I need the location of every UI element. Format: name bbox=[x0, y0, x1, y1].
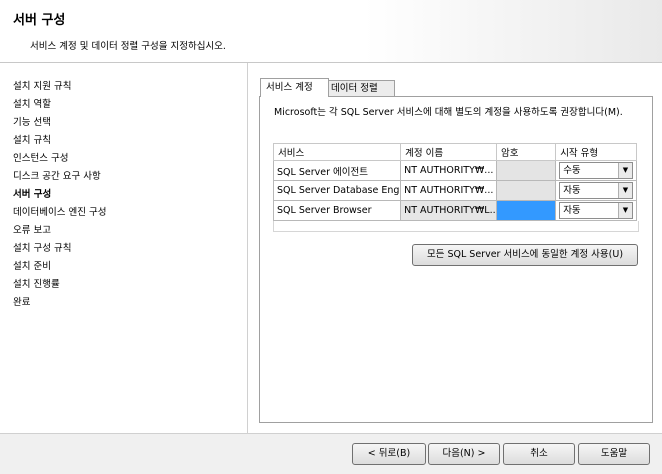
password-cell[interactable] bbox=[495, 200, 557, 221]
step-item-instance-configuration[interactable]: 인스턴스 구성 bbox=[13, 150, 106, 168]
step-item-feature-selection[interactable]: 기능 선택 bbox=[13, 114, 106, 132]
startup-type-dropdown[interactable]: 자동 ▼ bbox=[559, 182, 633, 199]
startup-type-cell: 자동 ▼ bbox=[555, 180, 637, 201]
startup-type-value: 자동 bbox=[563, 185, 581, 196]
footer-divider bbox=[0, 433, 662, 434]
dropdown-arrow-icon[interactable]: ▼ bbox=[618, 203, 632, 218]
column-header-service[interactable]: 서비스 bbox=[272, 143, 402, 161]
table-row: SQL Server Database Eng... NT AUTHORITY₩… bbox=[272, 180, 637, 201]
service-name-cell: SQL Server Browser bbox=[272, 200, 402, 221]
step-item-setup-role[interactable]: 설치 역할 bbox=[13, 96, 106, 114]
instruction-text: Microsoft는 각 SQL Server 서비스에 대해 별도의 계정을 … bbox=[274, 107, 623, 118]
page-description: 서비스 계정 및 데이터 정렬 구성을 지정하십시오. bbox=[30, 41, 226, 52]
table-empty-area bbox=[273, 221, 639, 232]
startup-type-dropdown[interactable]: 수동 ▼ bbox=[559, 162, 633, 179]
startup-type-cell: 수동 ▼ bbox=[555, 160, 637, 181]
page-title: 서버 구성 bbox=[13, 13, 66, 28]
account-name-cell[interactable]: NT AUTHORITY₩... bbox=[400, 160, 497, 181]
step-item-complete[interactable]: 완료 bbox=[13, 294, 106, 312]
step-item-installation-configuration-rules[interactable]: 설치 구성 규칙 bbox=[13, 240, 106, 258]
step-item-ready-to-install[interactable]: 설치 준비 bbox=[13, 258, 106, 276]
step-item-server-configuration[interactable]: 서버 구성 bbox=[13, 186, 106, 204]
page-header: 서버 구성 서비스 계정 및 데이터 정렬 구성을 지정하십시오. bbox=[0, 0, 662, 63]
step-item-installation-progress[interactable]: 설치 진행률 bbox=[13, 276, 106, 294]
column-header-account-name[interactable]: 계정 이름 bbox=[400, 143, 497, 161]
next-button[interactable]: 다음(N) > bbox=[428, 443, 500, 465]
table-header-row: 서비스 계정 이름 암호 시작 유형 bbox=[272, 143, 637, 161]
password-cell[interactable] bbox=[495, 160, 557, 181]
step-item-database-engine-configuration[interactable]: 데이터베이스 엔진 구성 bbox=[13, 204, 106, 222]
column-header-startup-type[interactable]: 시작 유형 bbox=[555, 143, 637, 161]
step-item-disk-space-requirements[interactable]: 디스크 공간 요구 사항 bbox=[13, 168, 106, 186]
table-row: SQL Server Browser NT AUTHORITY₩L... 자동 … bbox=[272, 200, 637, 221]
back-button[interactable]: < 뒤로(B) bbox=[352, 443, 426, 465]
tab-service-accounts[interactable]: 서비스 계정 bbox=[260, 78, 329, 97]
steps-list: 설치 지원 규칙 설치 역할 기능 선택 설치 규칙 인스턴스 구성 디스크 공… bbox=[13, 78, 106, 312]
help-button[interactable]: 도움말 bbox=[578, 443, 650, 465]
startup-type-value: 자동 bbox=[563, 205, 581, 216]
step-item-error-reporting[interactable]: 오류 보고 bbox=[13, 222, 106, 240]
dropdown-arrow-icon[interactable]: ▼ bbox=[618, 183, 632, 198]
dropdown-arrow-icon[interactable]: ▼ bbox=[618, 163, 632, 178]
service-name-cell: SQL Server 에이전트 bbox=[272, 160, 402, 181]
wizard-steps-sidebar: 설치 지원 규칙 설치 역할 기능 선택 설치 규칙 인스턴스 구성 디스크 공… bbox=[0, 63, 248, 433]
service-accounts-table: 서비스 계정 이름 암호 시작 유형 SQL Server 에이전트 NT AU… bbox=[272, 143, 637, 221]
tab-collation[interactable]: 데이터 정렬 bbox=[325, 80, 395, 96]
account-name-cell[interactable]: NT AUTHORITY₩L... bbox=[400, 200, 497, 221]
startup-type-value: 수동 bbox=[563, 165, 581, 176]
password-cell[interactable] bbox=[495, 180, 557, 201]
step-item-installation-rules[interactable]: 설치 규칙 bbox=[13, 132, 106, 150]
step-item-setup-support-rules[interactable]: 설치 지원 규칙 bbox=[13, 78, 106, 96]
column-header-password[interactable]: 암호 bbox=[495, 143, 557, 161]
service-name-cell: SQL Server Database Eng... bbox=[272, 180, 402, 201]
cancel-button[interactable]: 취소 bbox=[503, 443, 575, 465]
startup-type-cell: 자동 ▼ bbox=[555, 200, 637, 221]
use-same-account-button[interactable]: 모든 SQL Server 서비스에 동일한 계정 사용(U) bbox=[412, 244, 638, 266]
table-row: SQL Server 에이전트 NT AUTHORITY₩... 수동 ▼ bbox=[272, 160, 637, 181]
startup-type-dropdown[interactable]: 자동 ▼ bbox=[559, 202, 633, 219]
account-name-cell[interactable]: NT AUTHORITY₩... bbox=[400, 180, 497, 201]
